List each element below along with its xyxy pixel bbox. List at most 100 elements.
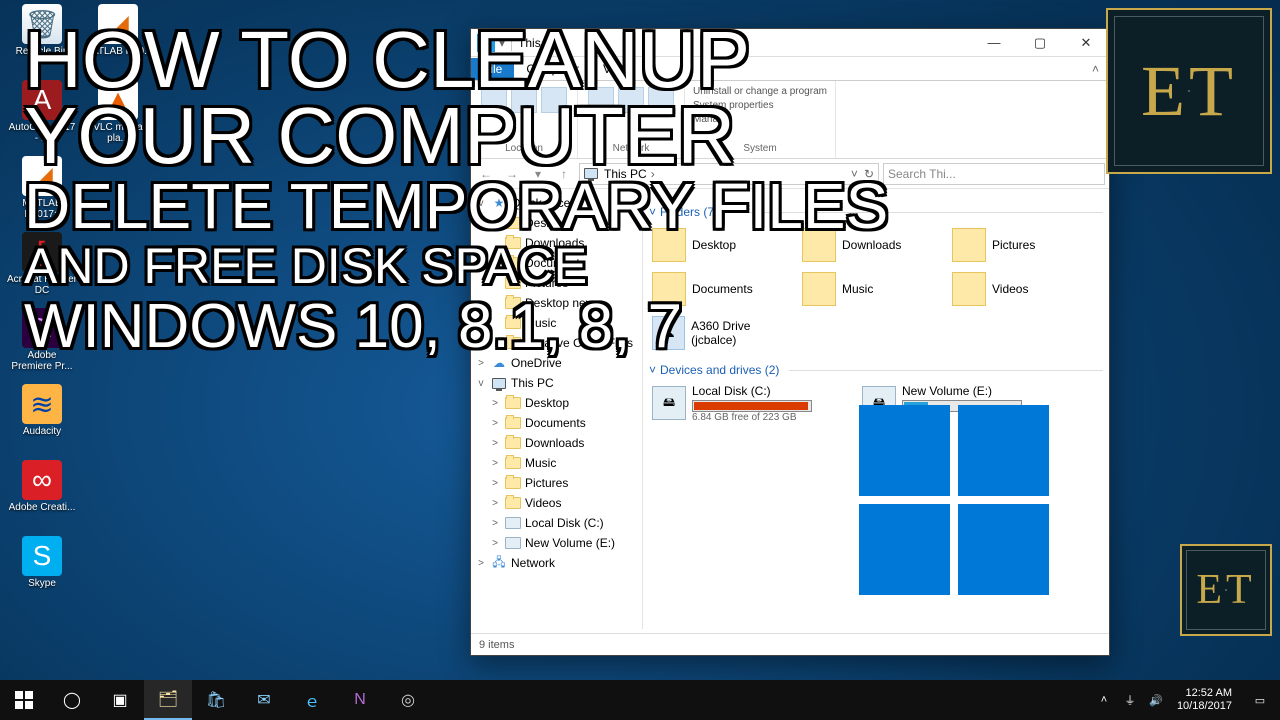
expand-icon[interactable]: v (475, 198, 487, 209)
nav-item[interactable]: Downloads (471, 233, 642, 253)
task-view-button[interactable]: ▣ (96, 680, 144, 720)
tray-network-icon[interactable]: ⏚ (1117, 692, 1143, 708)
taskbar-store-button[interactable]: 🛍 (192, 680, 240, 720)
properties-icon[interactable] (481, 87, 507, 113)
nav-item[interactable]: >Music (471, 453, 642, 473)
taskbar[interactable]: ◯ ▣ 🗂 🛍 ✉ ｅ N ◎ ˄ ⏚ 🔊 12:52 AM 10/18/201… (0, 680, 1280, 720)
expand-icon[interactable]: > (489, 398, 501, 409)
expand-icon[interactable]: v (475, 378, 487, 389)
expand-icon[interactable]: > (489, 438, 501, 449)
folder-tile[interactable]: Desktop (649, 223, 799, 267)
nav-item[interactable]: >Videos (471, 493, 642, 513)
desktop-icon[interactable]: ◢MATLAB R2017a (4, 156, 80, 228)
add-location-icon[interactable] (648, 87, 674, 113)
folder-tile[interactable]: Pictures (949, 223, 1099, 267)
rename-icon[interactable] (541, 87, 567, 113)
expand-icon[interactable]: > (489, 458, 501, 469)
tab-computer[interactable]: Computer (514, 58, 591, 80)
ribbon-link[interactable]: Uninstall or change a program (693, 85, 827, 99)
tray-overflow-button[interactable]: ˄ (1091, 694, 1117, 706)
media-icon[interactable] (588, 87, 614, 113)
ribbon-link[interactable]: System properties (693, 99, 827, 113)
minimize-button[interactable]: — (971, 29, 1017, 57)
nav-item[interactable]: Creative Cloud Files (471, 333, 642, 353)
tab-view[interactable]: View (591, 58, 641, 80)
expand-icon[interactable]: > (475, 358, 487, 369)
nav-item[interactable]: Music (471, 313, 642, 333)
navigation-pane[interactable]: v★Quick accessDesktopDownloadsDocumentsP… (471, 189, 643, 629)
nav-item[interactable]: >☁OneDrive (471, 353, 642, 373)
nav-item[interactable]: >🖧Network (471, 553, 642, 573)
nav-item[interactable]: >Desktop (471, 393, 642, 413)
expand-icon[interactable]: > (489, 478, 501, 489)
address-bar[interactable]: This PC › ˅ ↻ (579, 163, 879, 185)
tray-volume-icon[interactable]: 🔊 (1143, 694, 1169, 707)
group-header-devices[interactable]: ˅Devices and drives (2) (649, 363, 1103, 377)
titlebar[interactable]: ▾ This PC — ▢ ✕ (471, 29, 1109, 57)
nav-recent-button[interactable]: ▾ (527, 163, 549, 185)
search-input[interactable]: Search Thi... (883, 163, 1105, 185)
nav-forward-button[interactable]: → (501, 163, 523, 185)
desktop-icon[interactable]: ◢MATLAB R20... (80, 4, 156, 76)
group-header-folders[interactable]: ˅Folders (7) (649, 205, 1103, 219)
open-icon[interactable] (511, 87, 537, 113)
expand-icon[interactable]: > (489, 518, 501, 529)
taskbar-onenote-button[interactable]: N (336, 680, 384, 720)
breadcrumb[interactable]: This PC (604, 167, 647, 181)
nav-item[interactable]: >Local Disk (C:) (471, 513, 642, 533)
nav-item[interactable]: Desktop (471, 213, 642, 233)
search-button[interactable]: ◯ (48, 680, 96, 720)
ribbon-collapse-button[interactable]: ˄ (1082, 58, 1109, 80)
start-button[interactable] (0, 680, 48, 720)
ribbon-link[interactable]: Manage (693, 113, 827, 127)
app-icon: ⁅ (22, 232, 62, 272)
nav-item[interactable]: v★Quick access (471, 193, 642, 213)
map-drive-icon[interactable] (618, 87, 644, 113)
drive-tile[interactable]: 🖴 Local Disk (C:) 6.84 GB free of 223 GB (649, 381, 859, 425)
clock-time: 12:52 AM (1177, 687, 1232, 700)
desktop-icon[interactable]: SSkype (4, 536, 80, 608)
nav-item[interactable]: >Documents (471, 413, 642, 433)
app-icon: ▲ (98, 80, 138, 120)
folder-tile[interactable]: Videos (949, 267, 1099, 311)
expand-icon[interactable]: > (489, 418, 501, 429)
nav-up-button[interactable]: ↑ (553, 163, 575, 185)
desktop-icon[interactable]: 🗑Recycle Bin (4, 4, 80, 76)
taskbar-obs-button[interactable]: ◎ (384, 680, 432, 720)
desktop-icon[interactable]: ▲VLC media pla... (80, 80, 156, 152)
desktop-icon[interactable]: ⁅Acrobat Reader DC (4, 232, 80, 304)
desktop[interactable]: 🗑Recycle BinAAutoCAD 2017 - ...◢MATLAB R… (0, 0, 1280, 680)
dropdown-icon[interactable]: ˅ (851, 167, 858, 181)
tab-file[interactable]: File (471, 58, 514, 80)
nav-item[interactable]: >Downloads (471, 433, 642, 453)
desktop-icon[interactable]: PrAdobe Premiere Pr... (4, 308, 80, 380)
taskbar-explorer-button[interactable]: 🗂 (144, 680, 192, 720)
expand-icon[interactable]: > (475, 558, 487, 569)
folder-tile[interactable]: Downloads (799, 223, 949, 267)
file-explorer-window[interactable]: ▾ This PC — ▢ ✕ File Computer View ˄ Loc… (470, 28, 1110, 656)
taskbar-clock[interactable]: 12:52 AM 10/18/2017 (1169, 687, 1240, 712)
nav-item[interactable]: Desktop new (471, 293, 642, 313)
maximize-button[interactable]: ▢ (1017, 29, 1063, 57)
desktop-icon[interactable]: AAutoCAD 2017 - ... (4, 80, 80, 152)
nav-item[interactable]: >New Volume (E:) (471, 533, 642, 553)
content-pane[interactable]: ˅Folders (7) DesktopDownloadsPictures Doc… (643, 189, 1109, 629)
nav-item[interactable]: >Pictures (471, 473, 642, 493)
nav-item[interactable]: Documents (471, 253, 642, 273)
refresh-icon[interactable]: ↻ (864, 167, 874, 181)
nav-item-icon (505, 335, 521, 351)
list-item[interactable]: ☁ A360 Drive (jcbalce) (649, 311, 799, 355)
desktop-icon[interactable]: ≋Audacity (4, 384, 80, 456)
folder-tile[interactable]: Documents (649, 267, 799, 311)
folder-tile[interactable]: Music (799, 267, 949, 311)
expand-icon[interactable]: > (489, 538, 501, 549)
expand-icon[interactable]: > (489, 498, 501, 509)
taskbar-mail-button[interactable]: ✉ (240, 680, 288, 720)
nav-item[interactable]: Pictures (471, 273, 642, 293)
close-button[interactable]: ✕ (1063, 29, 1109, 57)
nav-back-button[interactable]: ← (475, 163, 497, 185)
action-center-button[interactable]: ▭ (1240, 680, 1280, 720)
taskbar-edge-button[interactable]: ｅ (288, 680, 336, 720)
desktop-icon[interactable]: ∞Adobe Creati... (4, 460, 80, 532)
nav-item[interactable]: vThis PC (471, 373, 642, 393)
